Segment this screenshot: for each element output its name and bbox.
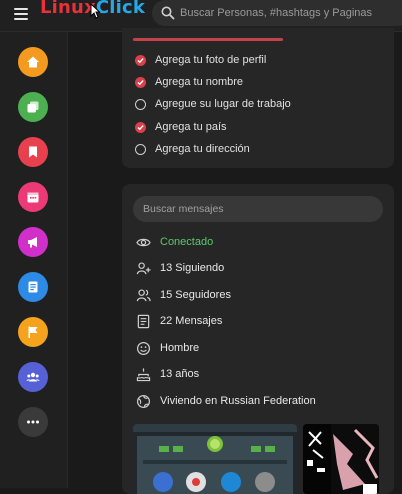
completion-item-label: Agrega tu dirección xyxy=(155,143,250,155)
following-count[interactable]: 13 Siguiendo xyxy=(135,259,224,277)
completion-item-label: Agrega tu foto de perfil xyxy=(155,54,267,66)
global-search[interactable] xyxy=(152,0,402,26)
profile-progress-bar xyxy=(133,38,283,41)
sidebar-item-groups[interactable] xyxy=(18,362,48,392)
check-done-icon xyxy=(135,76,146,88)
gender-info: Hombre xyxy=(135,339,199,357)
profile-completion-card: Agrega tu foto de perfil Agrega tu nombr… xyxy=(122,28,394,168)
menu-icon[interactable] xyxy=(10,3,32,25)
location-label: Viviendo en Russian Federation xyxy=(160,395,316,407)
online-status-label: Conectado xyxy=(160,236,214,248)
document-icon xyxy=(28,281,38,293)
posts-count[interactable]: 22 Mensajes xyxy=(135,312,222,330)
logo-text-linux: Linux xyxy=(40,0,96,18)
completion-item[interactable]: Agrega tu país xyxy=(135,119,227,135)
photo-thumbnail-image xyxy=(303,424,379,494)
flag-icon xyxy=(28,326,38,338)
search-icon xyxy=(161,6,175,20)
people-icon xyxy=(135,287,151,303)
left-sidebar xyxy=(0,32,68,488)
smiley-icon xyxy=(135,340,151,356)
logo-text-click: Click xyxy=(95,0,146,18)
online-status: Conectado xyxy=(135,233,213,251)
photo-thumbnail[interactable] xyxy=(133,424,297,494)
add-person-icon xyxy=(135,260,151,276)
eye-icon xyxy=(135,234,151,250)
photo-thumbnail-image xyxy=(133,424,297,494)
search-messages-input[interactable] xyxy=(133,196,383,222)
sidebar-item-more[interactable] xyxy=(18,407,48,437)
completion-item-label: Agrega tu país xyxy=(155,121,227,133)
completion-item-label: Agrega tu nombre xyxy=(155,76,244,88)
followers-label: 15 Seguidores xyxy=(160,289,231,301)
pages-icon xyxy=(27,101,39,113)
check-done-icon xyxy=(135,121,146,133)
bookmark-icon xyxy=(29,146,37,158)
completion-item[interactable]: Agrega tu nombre xyxy=(135,74,243,90)
completion-item[interactable]: Agrega tu dirección xyxy=(135,141,250,157)
following-label: 13 Siguiendo xyxy=(160,262,225,274)
more-icon xyxy=(27,420,39,424)
sidebar-item-pages[interactable] xyxy=(18,92,48,122)
check-empty-icon xyxy=(135,143,146,155)
mouse-cursor-icon xyxy=(90,3,100,19)
photo-thumbnail[interactable] xyxy=(303,424,379,494)
location-info: Viviendo en Russian Federation xyxy=(135,392,316,410)
sidebar-item-pages-flag[interactable] xyxy=(18,317,48,347)
posts-icon xyxy=(135,313,151,329)
sidebar-item-blog[interactable] xyxy=(18,272,48,302)
cake-icon xyxy=(135,366,151,382)
sidebar-item-saved[interactable] xyxy=(18,137,48,167)
check-empty-icon xyxy=(135,98,146,110)
completion-item-label: Agregue su lugar de trabajo xyxy=(155,98,291,110)
sidebar-item-events[interactable] xyxy=(18,182,48,212)
sidebar-item-ads[interactable] xyxy=(18,227,48,257)
megaphone-icon xyxy=(28,237,37,248)
home-icon xyxy=(27,56,39,68)
globe-icon xyxy=(135,393,151,409)
sidebar-item-home[interactable] xyxy=(18,47,48,77)
posts-label: 22 Mensajes xyxy=(160,315,223,327)
gender-label: Hombre xyxy=(160,342,200,354)
calendar-icon xyxy=(27,192,39,203)
age-info: 13 años xyxy=(135,365,199,383)
completion-item[interactable]: Agregue su lugar de trabajo xyxy=(135,96,291,112)
completion-item[interactable]: Agrega tu foto de perfil xyxy=(135,52,266,68)
age-label: 13 años xyxy=(160,368,200,380)
profile-about-card: Conectado 13 Siguiendo 15 Seguidores 22 … xyxy=(122,184,394,494)
global-search-input[interactable] xyxy=(180,0,402,26)
group-icon xyxy=(26,372,40,382)
followers-count[interactable]: 15 Seguidores xyxy=(135,286,231,304)
check-done-icon xyxy=(135,54,146,66)
